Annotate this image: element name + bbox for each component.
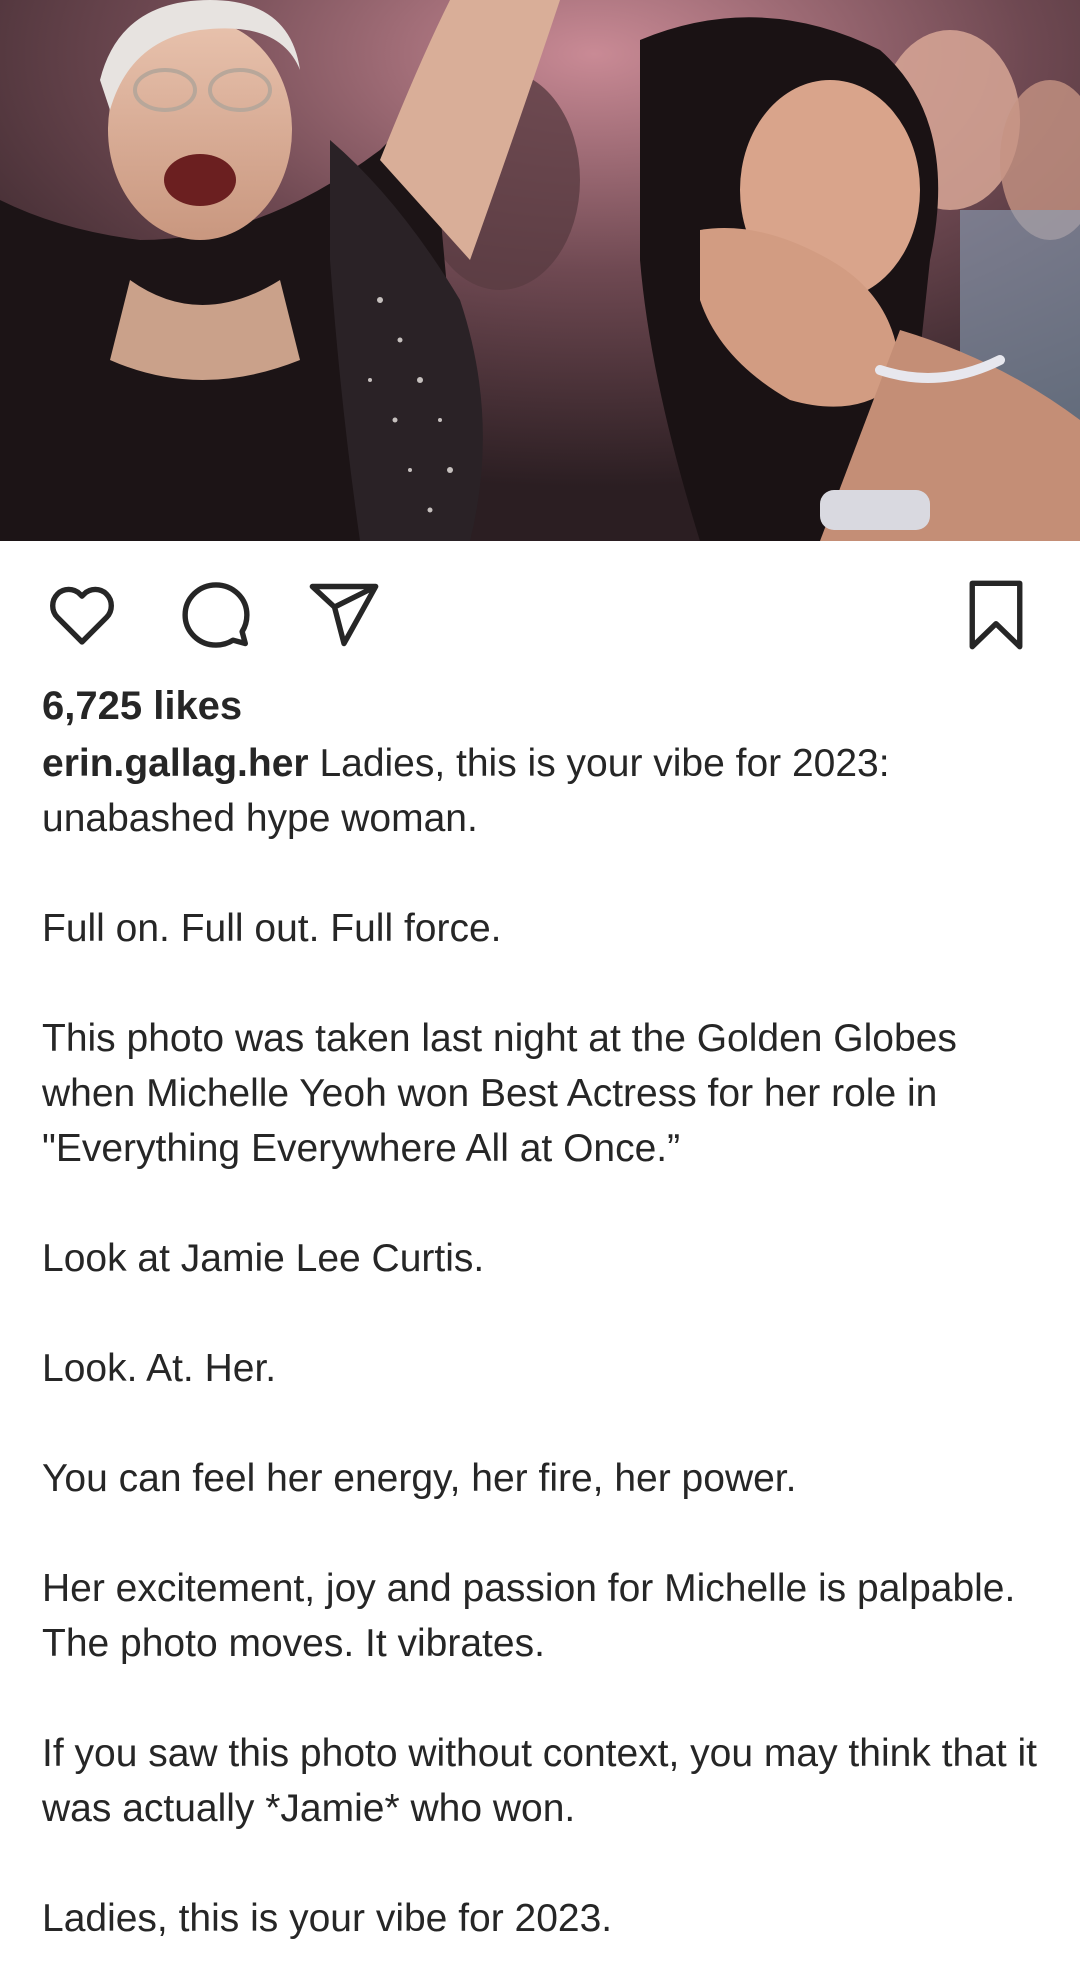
caption-paragraph: Her excitement, joy and passion for Mich… [42,1567,1016,1665]
caption-paragraph: Look at Jamie Lee Curtis. [42,1237,485,1280]
caption-paragraph: Ladies, this is your vibe for 2023. [42,1897,613,1940]
save-button-graphic [969,580,1023,650]
comment-bubble-icon[interactable] [178,577,254,653]
paper-plane-icon[interactable] [306,577,382,653]
caption-first-line: erin.gallag.her Ladies, this is your vib… [42,736,1042,846]
post-photo-illustration [0,0,1080,541]
caption-username[interactable]: erin.gallag.her [42,742,309,785]
likes-count[interactable]: 6,725 likes [42,678,242,734]
post-action-bar [0,541,1080,681]
caption-paragraph: You can feel her energy, her fire, her p… [42,1457,797,1500]
caption-paragraph: Look. At. Her. [42,1347,277,1390]
share-button-graphic [309,583,379,647]
bookmark-outline-icon[interactable] [958,577,1034,653]
caption-paragraph: This photo was taken last night at the G… [42,1017,957,1170]
heart-outline-icon[interactable] [44,577,120,653]
like-button-graphic [50,586,114,645]
caption-paragraph: Full on. Full out. Full force. [42,907,502,950]
caption-paragraph: If you saw this photo without context, y… [42,1732,1038,1830]
post-photo[interactable] [0,0,1080,541]
post-caption: erin.gallag.her Ladies, this is your vib… [42,736,1042,1946]
comment-button-graphic [182,582,250,648]
